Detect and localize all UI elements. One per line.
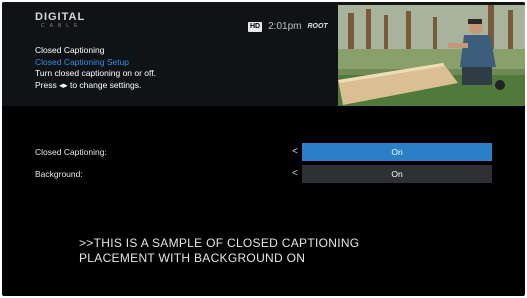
setting-label: Background: [35,169,83,179]
brand-logo: DIGITAL CABLE [35,11,86,30]
menu-title: Closed Captioning [35,45,105,55]
caption-sample: >>THIS IS A SAMPLE OF CLOSED CAPTIONING … [79,236,359,266]
channel-badge: HD [248,21,263,32]
menu-hint: Press ◂▸ to change settings. [35,79,142,90]
menu-description: Turn closed captioning on or off. [35,68,156,78]
header-panel: DIGITAL CABLE HD 2:01pm ROOT Closed Capt… [2,2,525,106]
left-arrow-icon[interactable]: < [292,168,298,179]
setting-row-closed-captioning[interactable]: Closed Captioning: < On [2,142,525,162]
caption-line: >>THIS IS A SAMPLE OF CLOSED CAPTIONING [79,236,360,250]
menu-subtitle: Closed Captioning Setup [35,56,130,67]
caption-line: PLACEMENT WITH BACKGROUND ON [79,251,306,265]
status-area: HD 2:01pm ROOT [248,21,328,32]
setting-row-background[interactable]: Background: < On [2,164,525,184]
setting-value-selector[interactable]: On [302,143,492,161]
left-arrow-icon[interactable]: < [292,146,298,157]
tv-screen: DIGITAL CABLE HD 2:01pm ROOT Closed Capt… [2,2,525,296]
video-preview [338,5,525,106]
logo-line1: DIGITAL [35,11,86,23]
clock: 2:01pm [268,21,302,32]
setting-value-selector[interactable]: On [302,165,492,183]
network-logo: ROOT [307,23,328,30]
video-frame-image [338,5,525,106]
setting-label: Closed Captioning: [35,147,107,157]
logo-line2: CABLE [41,23,83,29]
info-text: Closed Captioning Closed Captioning Setu… [35,45,156,91]
